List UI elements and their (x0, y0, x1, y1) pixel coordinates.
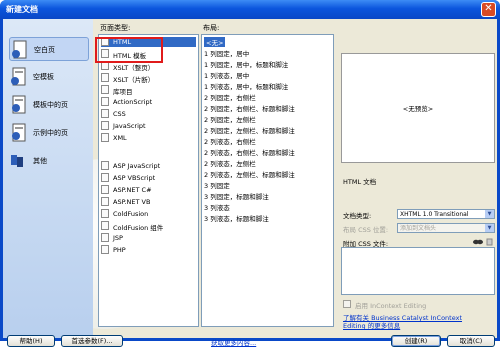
category-label: 其他 (33, 157, 47, 165)
layout-list[interactable]: <无> 1 列固定，居中 1 列固定，居中，标题和脚注 1 列液态，居中 1 列… (201, 34, 334, 327)
incontext-checkbox[interactable] (343, 300, 351, 308)
preview-description: HTML 文档 (343, 178, 377, 186)
blank-template-icon (11, 67, 26, 86)
category-blank-page[interactable]: 空白页 (9, 37, 89, 61)
preview-pane: <无预览> (341, 53, 495, 163)
category-blank-template[interactable]: 空模板 (9, 65, 89, 89)
file-icon (101, 133, 109, 142)
layout-header: 布局: (203, 24, 220, 32)
list-item[interactable]: 1 列固定，居中 (204, 48, 249, 58)
incontext-label: 启用 InContext Editing (355, 302, 427, 310)
file-icon (101, 173, 109, 182)
list-item[interactable]: 1 列液态，居中 (204, 70, 249, 80)
file-icon (101, 73, 109, 82)
file-icon (101, 245, 109, 254)
file-icon (101, 209, 109, 218)
list-item[interactable]: 1 列固定，居中，标题和脚注 (204, 59, 288, 69)
trash-icon[interactable] (485, 237, 494, 246)
list-item[interactable]: <无> (204, 37, 226, 47)
help-button[interactable]: 帮助(H) (7, 335, 55, 347)
page-type-header: 页面类型: (100, 24, 131, 32)
list-item[interactable]: 3 列固定 (204, 180, 230, 190)
list-item[interactable]: 2 列固定，右侧栏 (204, 92, 256, 102)
category-template-page[interactable]: 模板中的页 (9, 93, 89, 117)
file-icon (101, 197, 109, 206)
doctype-value: XHTML 1.0 Transitional (400, 211, 469, 218)
title-bar[interactable]: 新建文档 ✕ (0, 0, 500, 19)
learn-more-link-2[interactable]: Editing 的更多信息 (343, 320, 400, 330)
list-item[interactable]: 3 列液态，标题和脚注 (204, 213, 269, 223)
get-more-content-link[interactable]: 获取更多内容... (211, 337, 256, 347)
category-label: 空模板 (33, 73, 54, 81)
template-page-icon (12, 95, 26, 114)
category-label: 空白页 (34, 46, 55, 54)
list-item[interactable]: 2 列液态，右侧栏 (204, 136, 256, 146)
new-document-dialog: 新建文档 ✕ 空白页 空模板 模板中的页 示例中的页 其他 页面类型: 布局: … (0, 0, 500, 347)
list-item[interactable]: 2 列固定，右侧栏、标题和脚注 (204, 103, 295, 113)
cancel-button[interactable]: 取消(C) (447, 335, 495, 347)
file-icon (101, 121, 109, 130)
file-icon (101, 221, 109, 230)
page-type-list[interactable]: HTML HTML 模板 XSLT（整页） XSLT（片断） 库项目 Actio… (98, 34, 199, 327)
blank-page-icon (12, 40, 27, 59)
doctype-select[interactable]: XHTML 1.0 Transitional ▼ (397, 209, 495, 219)
list-item[interactable]: 2 列液态，左侧栏、标题和脚注 (204, 169, 295, 179)
close-icon[interactable]: ✕ (481, 2, 496, 17)
layout-css-value: 添加到文档头 (400, 225, 437, 232)
dialog-client-area: 空白页 空模板 模板中的页 示例中的页 其他 页面类型: 布局: HTML HT… (3, 19, 497, 347)
list-item[interactable]: 2 列固定，左侧栏、标题和脚注 (204, 125, 295, 135)
file-icon (101, 85, 109, 94)
sample-page-icon (12, 123, 26, 142)
category-label: 模板中的页 (33, 101, 68, 109)
doctype-label: 文档类型: (343, 212, 372, 220)
preview-placeholder: <无预览> (402, 105, 434, 113)
list-item[interactable]: 3 列固定，标题和脚注 (204, 191, 269, 201)
file-icon (101, 233, 109, 242)
category-label: 示例中的页 (33, 129, 68, 137)
list-item[interactable]: 3 列液态 (204, 202, 230, 212)
file-icon (101, 109, 109, 118)
highlight-box (95, 37, 163, 63)
other-icon (11, 155, 23, 167)
category-other[interactable]: 其他 (9, 149, 89, 173)
layout-css-label: 布局 CSS 位置: (343, 226, 389, 234)
link-icon[interactable] (473, 238, 483, 246)
list-item[interactable]: 2 列液态，右侧栏、标题和脚注 (204, 147, 295, 157)
category-sample-page[interactable]: 示例中的页 (9, 121, 89, 145)
preferences-button[interactable]: 首选参数(F)... (61, 335, 123, 347)
chevron-down-icon[interactable]: ▼ (485, 210, 494, 218)
file-icon (101, 185, 109, 194)
file-icon (101, 97, 109, 106)
layout-css-select[interactable]: 添加到文档头 ▼ (397, 223, 495, 233)
attach-css-list[interactable] (341, 247, 495, 295)
create-button[interactable]: 创建(R) (391, 335, 441, 347)
window-title: 新建文档 (6, 5, 38, 14)
category-panel: 空白页 空模板 模板中的页 示例中的页 其他 (3, 19, 93, 338)
list-item[interactable]: 1 列液态，居中，标题和脚注 (204, 81, 288, 91)
list-item[interactable]: 2 列固定，左侧栏 (204, 114, 256, 124)
list-item[interactable]: 2 列液态，左侧栏 (204, 158, 256, 168)
chevron-down-icon[interactable]: ▼ (485, 224, 494, 232)
file-icon (101, 161, 109, 170)
